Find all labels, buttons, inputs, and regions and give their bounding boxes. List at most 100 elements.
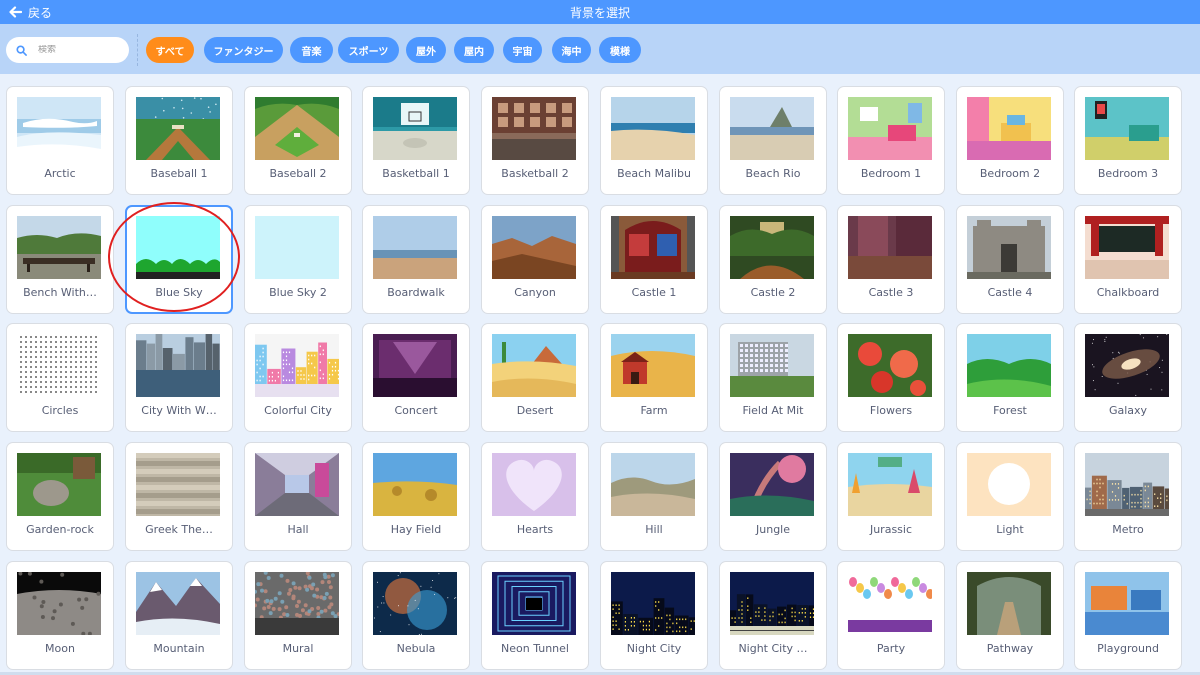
backdrop-card[interactable]: Concert: [362, 323, 470, 432]
backdrop-card[interactable]: Light: [956, 442, 1064, 551]
filter-tag[interactable]: 屋内: [454, 37, 494, 63]
backdrop-card[interactable]: Nebula: [362, 561, 470, 670]
backdrop-card[interactable]: Desert: [481, 323, 589, 432]
backdrop-thumbnail: [492, 334, 576, 397]
backdrop-thumbnail: [967, 453, 1051, 516]
backdrop-thumbnail: [730, 572, 814, 635]
backdrop-card[interactable]: Beach Malibu: [600, 86, 708, 195]
backdrop-thumbnail: [730, 334, 814, 397]
filter-tag[interactable]: ファンタジー: [204, 37, 283, 63]
backdrop-card[interactable]: Castle 2: [719, 205, 827, 314]
filter-tag[interactable]: 模様: [599, 37, 641, 63]
backdrop-card[interactable]: City With W…: [125, 323, 233, 432]
backdrop-label: Canyon: [514, 286, 556, 299]
backdrop-card[interactable]: Playground: [1074, 561, 1182, 670]
backdrop-label: Blue Sky 2: [269, 286, 327, 299]
backdrop-card[interactable]: Pathway: [956, 561, 1064, 670]
backdrop-card[interactable]: Bedroom 3: [1074, 86, 1182, 195]
backdrop-thumbnail: [848, 453, 932, 516]
backdrop-card[interactable]: Party: [837, 561, 945, 670]
backdrop-thumbnail: [136, 216, 220, 279]
backdrop-thumbnail: [136, 572, 220, 635]
backdrop-label: Castle 3: [868, 286, 914, 299]
backdrop-label: Jungle: [756, 523, 790, 536]
backdrop-card[interactable]: Hill: [600, 442, 708, 551]
backdrop-card[interactable]: Arctic: [6, 86, 114, 195]
filter-tag[interactable]: 海中: [552, 37, 591, 63]
backdrop-label: Hay Field: [390, 523, 442, 536]
backdrop-card[interactable]: Baseball 2: [244, 86, 352, 195]
backdrop-card[interactable]: Canyon: [481, 205, 589, 314]
backdrop-card[interactable]: Hearts: [481, 442, 589, 551]
backdrop-thumbnail: [373, 572, 457, 635]
backdrop-card[interactable]: Metro: [1074, 442, 1182, 551]
backdrop-thumbnail: [1085, 334, 1169, 397]
filter-tag[interactable]: すべて: [146, 37, 194, 63]
backdrop-card[interactable]: Mural: [244, 561, 352, 670]
backdrop-thumbnail: [255, 572, 339, 635]
filter-tag[interactable]: 宇宙: [503, 37, 542, 63]
backdrop-card[interactable]: Hall: [244, 442, 352, 551]
backdrop-card[interactable]: Jungle: [719, 442, 827, 551]
backdrop-card[interactable]: Blue Sky: [125, 205, 233, 314]
backdrop-label: Party: [876, 642, 906, 655]
backdrop-card[interactable]: Basketball 1: [362, 86, 470, 195]
backdrop-card[interactable]: Night City …: [719, 561, 827, 670]
backdrop-label: Mural: [282, 642, 314, 655]
backdrop-card[interactable]: Neon Tunnel: [481, 561, 589, 670]
backdrop-label: Bedroom 3: [1097, 167, 1159, 180]
backdrop-card[interactable]: Blue Sky 2: [244, 205, 352, 314]
backdrop-thumbnail: [848, 97, 932, 160]
backdrop-label: Beach Malibu: [617, 167, 691, 180]
filter-tag[interactable]: スポーツ: [338, 37, 399, 63]
backdrop-card[interactable]: Jurassic: [837, 442, 945, 551]
backdrop-thumbnail: [255, 216, 339, 279]
filter-tag[interactable]: 屋外: [406, 37, 446, 63]
backdrop-card[interactable]: Greek The…: [125, 442, 233, 551]
backdrop-thumbnail: [848, 334, 932, 397]
backdrop-card[interactable]: Beach Rio: [719, 86, 827, 195]
backdrop-thumbnail: [611, 334, 695, 397]
backdrop-card[interactable]: Garden-rock: [6, 442, 114, 551]
backdrop-card[interactable]: Basketball 2: [481, 86, 589, 195]
backdrop-card[interactable]: Baseball 1: [125, 86, 233, 195]
backdrop-thumbnail: [255, 334, 339, 397]
filter-bar: すべてファンタジー音楽スポーツ屋外屋内宇宙海中模様: [0, 24, 1200, 74]
backdrop-label: Forest: [993, 404, 1027, 417]
backdrop-thumbnail: [17, 453, 101, 516]
backdrop-card[interactable]: Forest: [956, 323, 1064, 432]
backdrop-thumbnail: [255, 453, 339, 516]
search-box[interactable]: [6, 37, 129, 63]
backdrop-card[interactable]: Bench With…: [6, 205, 114, 314]
backdrop-card[interactable]: Flowers: [837, 323, 945, 432]
backdrop-label: Basketball 1: [382, 167, 450, 180]
backdrop-label: Field At Mit: [742, 404, 804, 417]
backdrop-label: Bedroom 2: [979, 167, 1041, 180]
backdrop-label: Circles: [41, 404, 79, 417]
backdrop-card[interactable]: Mountain: [125, 561, 233, 670]
backdrop-thumbnail: [730, 97, 814, 160]
backdrop-card[interactable]: Chalkboard: [1074, 205, 1182, 314]
backdrop-card[interactable]: Hay Field: [362, 442, 470, 551]
backdrop-thumbnail: [373, 216, 457, 279]
backdrop-card[interactable]: Bedroom 2: [956, 86, 1064, 195]
backdrop-label: Hall: [287, 523, 309, 536]
filter-tag[interactable]: 音楽: [290, 37, 333, 63]
backdrop-card[interactable]: Farm: [600, 323, 708, 432]
backdrop-card[interactable]: Night City: [600, 561, 708, 670]
backdrop-thumbnail: [492, 97, 576, 160]
backdrop-card[interactable]: Field At Mit: [719, 323, 827, 432]
backdrop-card[interactable]: Circles: [6, 323, 114, 432]
search-input[interactable]: [38, 45, 118, 55]
backdrop-card[interactable]: Galaxy: [1074, 323, 1182, 432]
backdrop-card[interactable]: Castle 4: [956, 205, 1064, 314]
backdrop-card[interactable]: Moon: [6, 561, 114, 670]
backdrop-card[interactable]: Bedroom 1: [837, 86, 945, 195]
backdrop-thumbnail: [967, 572, 1051, 635]
backdrop-label: Moon: [45, 642, 75, 655]
backdrop-card[interactable]: Castle 1: [600, 205, 708, 314]
backdrop-card[interactable]: Castle 3: [837, 205, 945, 314]
backdrop-card[interactable]: Boardwalk: [362, 205, 470, 314]
backdrop-card[interactable]: Colorful City: [244, 323, 352, 432]
backdrop-thumbnail: [17, 334, 101, 397]
